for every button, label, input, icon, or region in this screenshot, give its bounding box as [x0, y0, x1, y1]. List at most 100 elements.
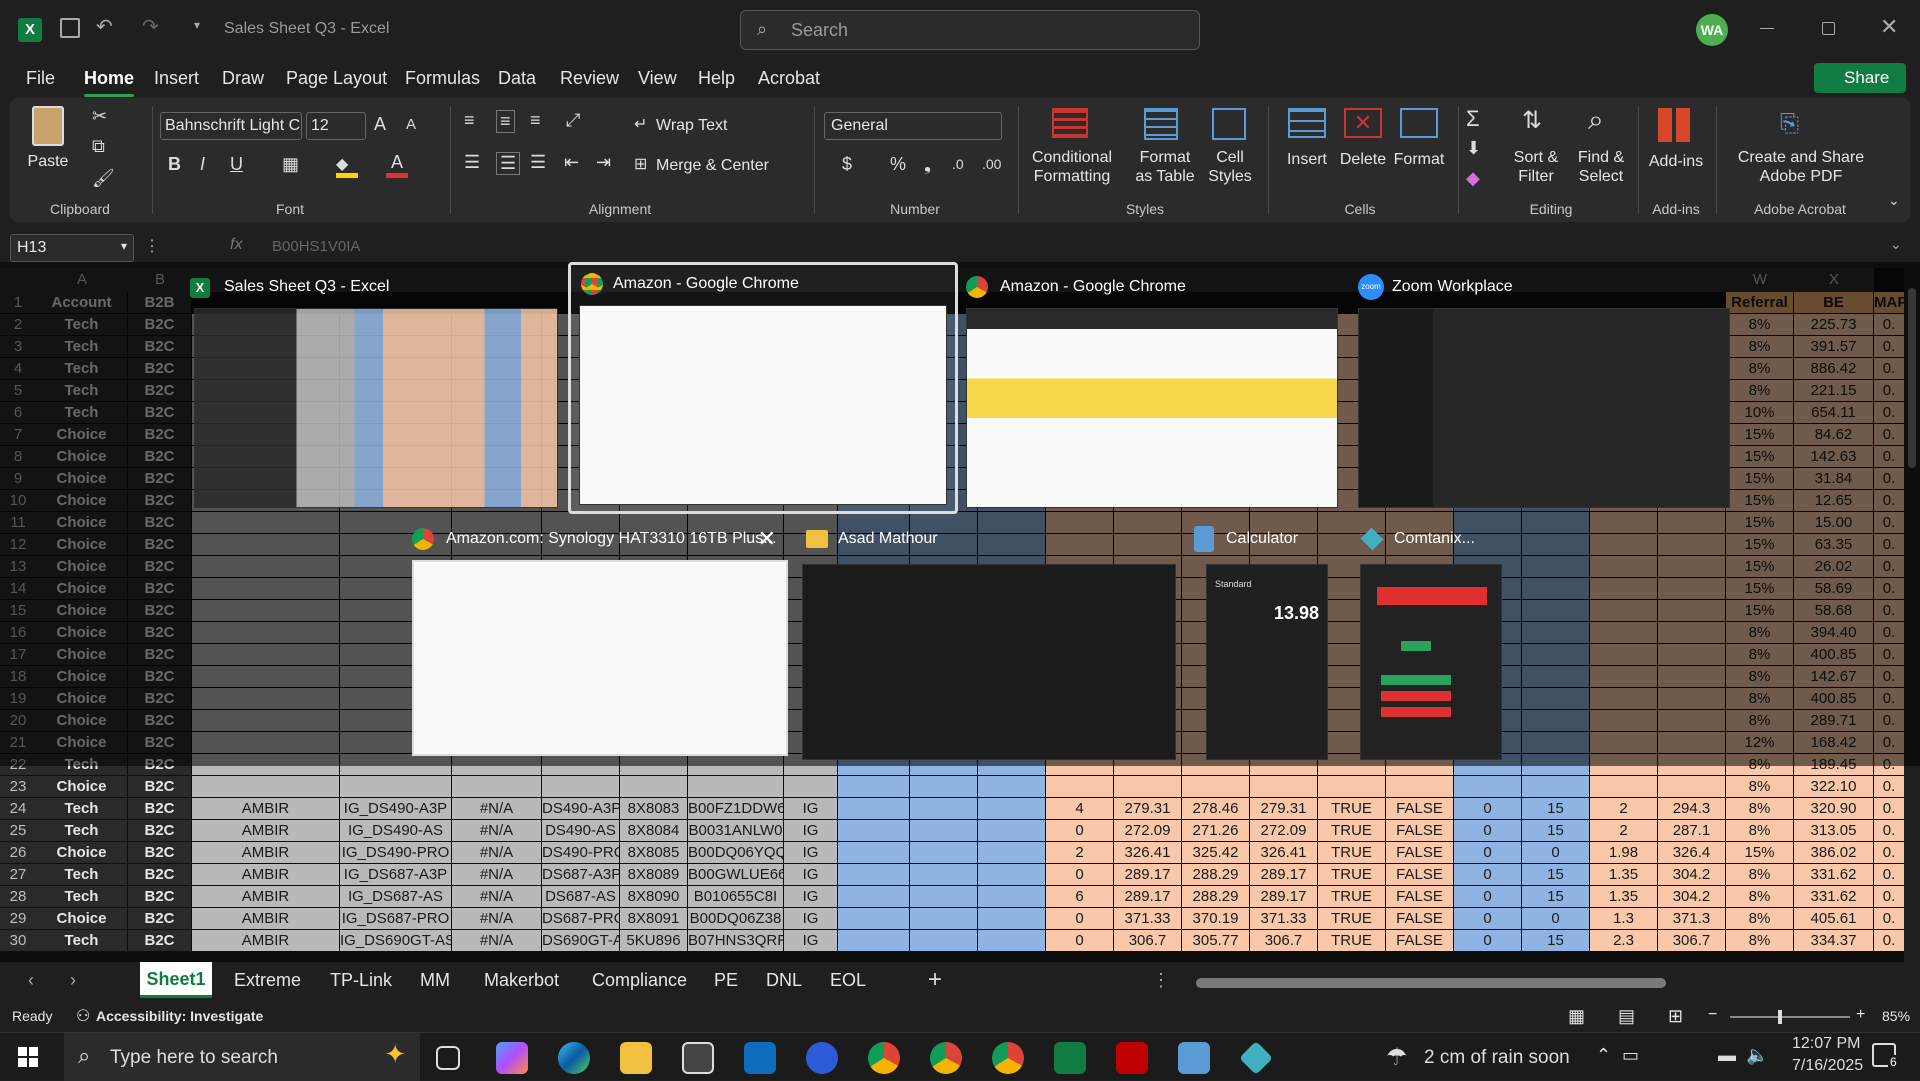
avatar[interactable]: WA: [1696, 14, 1728, 46]
currency-icon[interactable]: $: [842, 154, 852, 175]
cell-value[interactable]: IG: [784, 908, 837, 929]
clock-time[interactable]: 12:07 PM: [1792, 1035, 1860, 1053]
cell-referral[interactable]: 8%: [1726, 886, 1793, 907]
cell-value[interactable]: TRUE: [1318, 820, 1385, 841]
menu-review[interactable]: Review: [560, 68, 619, 89]
cell-value[interactable]: 1.3: [1590, 908, 1657, 929]
cell-value[interactable]: DS490-A3P: [542, 798, 619, 819]
cell-value[interactable]: #N/A: [452, 820, 541, 841]
find-select-button[interactable]: Find & Select: [1572, 148, 1630, 186]
cell-value[interactable]: 278.46: [1182, 798, 1249, 819]
comma-icon[interactable]: ❟: [924, 154, 931, 175]
cell-be[interactable]: 331.62: [1794, 864, 1873, 885]
cell-value[interactable]: 326.4: [1658, 842, 1725, 863]
insert-cells-icon[interactable]: [1288, 108, 1326, 138]
cell-value[interactable]: DS490-PRO: [542, 842, 619, 863]
task-window-chrome-synology[interactable]: Amazon.com: Synology HAT3310 16TB Plus..…: [408, 524, 796, 764]
cell-value[interactable]: 2: [1046, 842, 1113, 863]
cell-be[interactable]: 405.61: [1794, 908, 1873, 929]
cell-value[interactable]: IG_DS490-A3P: [340, 798, 451, 819]
cell-type[interactable]: B2C: [128, 864, 191, 885]
cell-value[interactable]: FALSE: [1386, 798, 1453, 819]
cell[interactable]: [910, 820, 977, 841]
task-window-zoom[interactable]: zoom Zoom Workplace: [1354, 272, 1738, 522]
cell-value[interactable]: AMBIR: [192, 864, 339, 885]
format-cells-icon[interactable]: [1400, 108, 1438, 138]
cell[interactable]: [910, 908, 977, 929]
teams-icon[interactable]: [806, 1042, 838, 1074]
cell-value[interactable]: B010655C8I: [688, 886, 783, 907]
horizontal-scrollbar[interactable]: [1196, 978, 1666, 988]
save-icon[interactable]: [60, 18, 80, 38]
cell-value[interactable]: IG_DS687-A3P: [340, 864, 451, 885]
cell-value[interactable]: FALSE: [1386, 930, 1453, 951]
chrome-icon[interactable]: [992, 1042, 1024, 1074]
wrap-text-button[interactable]: Wrap Text: [656, 116, 727, 135]
cell-value[interactable]: 0: [1454, 930, 1521, 951]
sheet-tab-extreme[interactable]: Extreme: [234, 970, 301, 991]
page-break-view-icon[interactable]: ⊞: [1668, 1006, 1683, 1027]
cell-value[interactable]: FALSE: [1386, 820, 1453, 841]
cell[interactable]: [1590, 776, 1657, 797]
cell-referral[interactable]: 8%: [1726, 864, 1793, 885]
borders-icon[interactable]: ▦: [282, 154, 299, 175]
cell-value[interactable]: 306.7: [1658, 930, 1725, 951]
cell-value[interactable]: 279.31: [1114, 798, 1181, 819]
merge-center-icon[interactable]: ⊞: [634, 154, 647, 174]
taskbar-search[interactable]: ⌕ Type here to search ✦: [64, 1033, 420, 1081]
cell-account[interactable]: Tech: [36, 798, 127, 819]
cell-value[interactable]: 1.35: [1590, 864, 1657, 885]
prev-sheet-icon[interactable]: ‹: [28, 970, 34, 991]
cell[interactable]: [192, 776, 339, 797]
cell-value[interactable]: 0: [1046, 908, 1113, 929]
customize-qat-icon[interactable]: ▾: [194, 18, 200, 32]
next-sheet-icon[interactable]: ›: [70, 970, 76, 991]
cell-value[interactable]: B00DQ06Z38: [688, 908, 783, 929]
cell-styles-icon[interactable]: [1212, 108, 1246, 140]
cell-value[interactable]: 371.33: [1114, 908, 1181, 929]
cell-value[interactable]: TRUE: [1318, 930, 1385, 951]
cell-value[interactable]: AMBIR: [192, 930, 339, 951]
excel-icon[interactable]: [1054, 1042, 1086, 1074]
cell-value[interactable]: 370.19: [1182, 908, 1249, 929]
row-header[interactable]: 26: [0, 842, 36, 863]
zoom-level[interactable]: 85%: [1882, 1008, 1910, 1024]
cell[interactable]: [978, 886, 1045, 907]
cell-value[interactable]: 288.29: [1182, 864, 1249, 885]
decrease-decimal-icon[interactable]: .00: [982, 156, 1001, 172]
cell-value[interactable]: 0: [1454, 864, 1521, 885]
cell-value[interactable]: B0031ANLW0: [688, 820, 783, 841]
cell-value[interactable]: 4: [1046, 798, 1113, 819]
row-header[interactable]: 30: [0, 930, 36, 951]
cell-value[interactable]: 304.2: [1658, 886, 1725, 907]
cell-value[interactable]: 0: [1454, 908, 1521, 929]
cell[interactable]: [910, 842, 977, 863]
cell-value[interactable]: TRUE: [1318, 798, 1385, 819]
cell-value[interactable]: 0: [1046, 864, 1113, 885]
find-select-icon[interactable]: ⌕: [1588, 104, 1604, 137]
cell-value[interactable]: 5KU896: [620, 930, 687, 951]
cell-value[interactable]: IG_DS490-PRO: [340, 842, 451, 863]
cell-value[interactable]: 2.3: [1590, 930, 1657, 951]
cell[interactable]: [978, 864, 1045, 885]
font-size-select[interactable]: 12: [306, 112, 366, 140]
menu-data[interactable]: Data: [498, 68, 536, 89]
cell-value[interactable]: 289.17: [1114, 886, 1181, 907]
menu-formulas[interactable]: Formulas: [405, 68, 480, 89]
weather-text[interactable]: 2 cm of rain soon: [1424, 1047, 1570, 1069]
filezilla-icon[interactable]: [1116, 1042, 1148, 1074]
cell-account[interactable]: Choice: [36, 776, 127, 797]
sheet-tab-pe[interactable]: PE: [714, 970, 738, 991]
cell-type[interactable]: B2C: [128, 842, 191, 863]
paste-icon[interactable]: [32, 106, 64, 146]
cell-account[interactable]: Tech: [36, 886, 127, 907]
sheet-tab-makerbot[interactable]: Makerbot: [484, 970, 559, 991]
undo-icon[interactable]: ↶: [96, 14, 113, 39]
cell-value[interactable]: 272.09: [1114, 820, 1181, 841]
edge-icon[interactable]: [558, 1042, 590, 1074]
bold-icon[interactable]: B: [168, 154, 181, 175]
cell-value[interactable]: 0: [1522, 842, 1589, 863]
cell-value[interactable]: #N/A: [452, 930, 541, 951]
cell-referral[interactable]: 8%: [1726, 908, 1793, 929]
sheet-tab-eol[interactable]: EOL: [830, 970, 866, 991]
